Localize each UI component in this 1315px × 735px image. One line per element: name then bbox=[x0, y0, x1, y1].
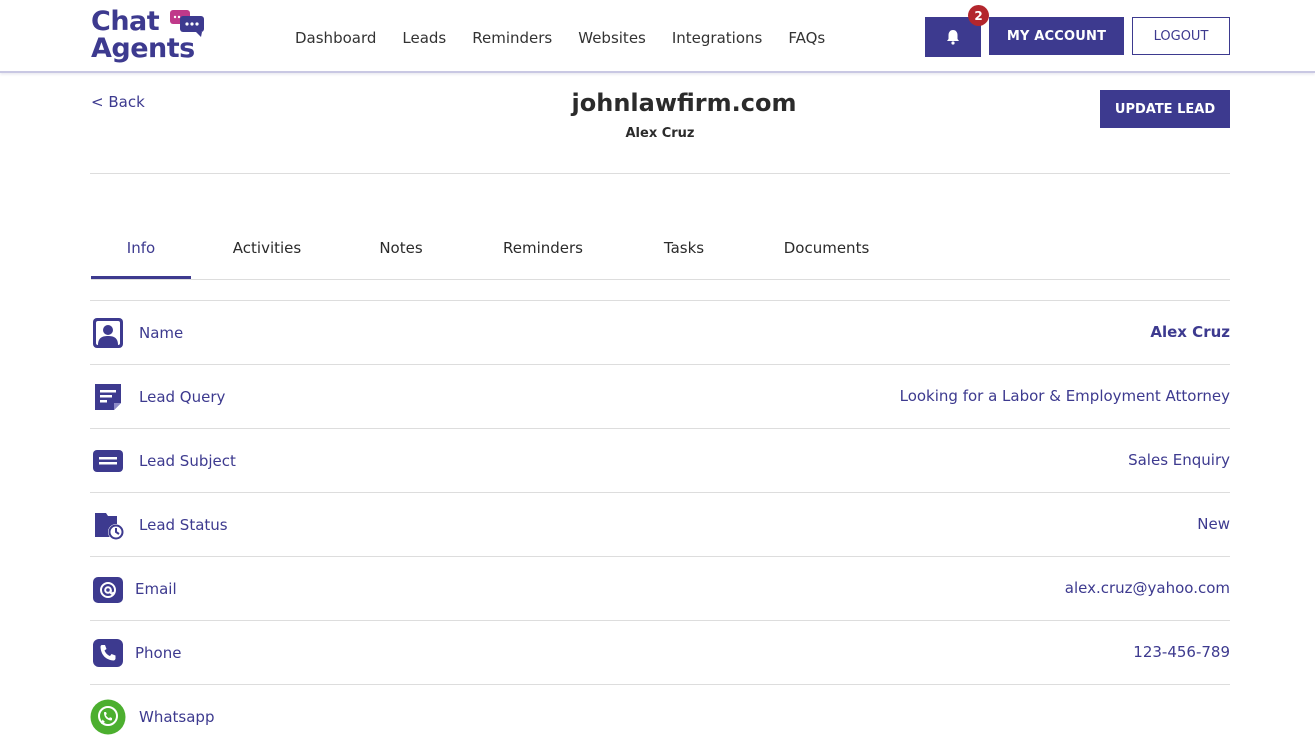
info-row-lead-query: Lead Query Looking for a Labor & Employm… bbox=[90, 364, 1230, 428]
lead-tabs: Info Activities Notes Reminders Tasks Do… bbox=[91, 230, 1230, 280]
tab-documents[interactable]: Documents bbox=[774, 230, 879, 279]
status-icon bbox=[95, 513, 124, 540]
nav-reminders[interactable]: Reminders bbox=[472, 28, 552, 48]
info-row-phone: Phone 123-456-789 bbox=[90, 620, 1230, 684]
nav-integrations[interactable]: Integrations bbox=[672, 28, 762, 48]
back-link[interactable]: < Back bbox=[91, 92, 145, 112]
logo-text-line2: Agents bbox=[91, 33, 195, 64]
info-value-name: Alex Cruz bbox=[1150, 323, 1230, 341]
info-label-lead-status: Lead Status bbox=[139, 516, 228, 534]
tab-tasks[interactable]: Tasks bbox=[654, 230, 714, 279]
info-row-lead-status: Lead Status New bbox=[90, 492, 1230, 556]
logo-text-line1: Chat bbox=[91, 6, 160, 37]
nav-leads[interactable]: Leads bbox=[402, 28, 446, 48]
page-title: johnlawfirm.com bbox=[571, 89, 797, 117]
nav-websites[interactable]: Websites bbox=[578, 28, 646, 48]
chat-bubbles-icon bbox=[170, 10, 204, 37]
main-nav: Dashboard Leads Reminders Websites Integ… bbox=[295, 28, 851, 48]
lead-name-subtitle: Alex Cruz bbox=[625, 126, 695, 141]
header-divider bbox=[90, 173, 1230, 174]
user-icon bbox=[93, 318, 123, 348]
info-label-email: Email bbox=[135, 580, 177, 598]
phone-icon bbox=[93, 639, 123, 667]
tab-notes[interactable]: Notes bbox=[371, 230, 431, 279]
info-value-lead-query: Looking for a Labor & Employment Attorne… bbox=[899, 387, 1230, 405]
whatsapp-icon bbox=[90, 699, 126, 735]
lead-info-list: Name Alex Cruz Lead Query Looking for a … bbox=[90, 300, 1230, 735]
info-label-lead-subject: Lead Subject bbox=[139, 452, 236, 470]
subject-icon bbox=[93, 450, 123, 472]
nav-faqs[interactable]: FAQs bbox=[788, 28, 825, 48]
notification-count-badge: 2 bbox=[968, 5, 989, 26]
info-row-email: Email alex.cruz@yahoo.com bbox=[90, 556, 1230, 620]
info-value-lead-subject: Sales Enquiry bbox=[1128, 451, 1230, 469]
info-label-lead-query: Lead Query bbox=[139, 388, 226, 406]
info-row-lead-subject: Lead Subject Sales Enquiry bbox=[90, 428, 1230, 492]
info-row-name: Name Alex Cruz bbox=[90, 300, 1230, 364]
bell-icon bbox=[947, 30, 959, 45]
info-label-phone: Phone bbox=[135, 644, 182, 662]
chat-agents-logo[interactable]: Chat Agents bbox=[91, 6, 209, 66]
info-value-email[interactable]: alex.cruz@yahoo.com bbox=[1065, 578, 1230, 598]
tab-activities[interactable]: Activities bbox=[222, 230, 312, 279]
update-lead-button[interactable]: UPDATE LEAD bbox=[1100, 90, 1230, 128]
tab-reminders[interactable]: Reminders bbox=[493, 230, 593, 279]
nav-dashboard[interactable]: Dashboard bbox=[295, 28, 376, 48]
tab-info[interactable]: Info bbox=[91, 230, 191, 279]
my-account-button[interactable]: MY ACCOUNT bbox=[989, 17, 1124, 55]
email-icon bbox=[93, 577, 123, 603]
info-row-whatsapp: Whatsapp bbox=[90, 684, 1230, 735]
info-label-whatsapp: Whatsapp bbox=[139, 708, 215, 726]
logout-button[interactable]: LOGOUT bbox=[1132, 17, 1230, 55]
top-navbar: Chat Agents Dashboard Leads Reminders We… bbox=[0, 0, 1315, 73]
info-label-name: Name bbox=[139, 324, 184, 342]
info-value-lead-status: New bbox=[1197, 515, 1230, 533]
query-icon bbox=[95, 384, 121, 410]
info-value-phone[interactable]: 123-456-789 bbox=[1133, 642, 1230, 662]
